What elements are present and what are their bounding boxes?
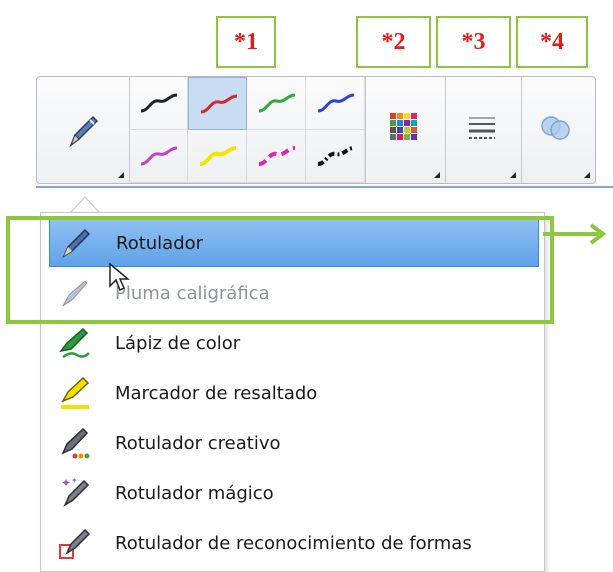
magic-pen-icon: ✦ ✦	[61, 476, 90, 507]
menu-item-marcador-de-resaltado[interactable]: Marcador de resaltado	[49, 369, 539, 417]
line-swatch-yellow	[199, 146, 237, 166]
line-style-black[interactable]	[129, 77, 188, 130]
menu-item-lapiz-de-color[interactable]: Lápiz de color	[49, 319, 539, 367]
line-style-green[interactable]	[247, 77, 306, 130]
fill-effects-button[interactable]	[521, 77, 595, 183]
annotation-arrow-icon	[543, 223, 607, 245]
menu-item-label: Rotulador de reconocimiento de formas	[115, 532, 472, 554]
creative-pen-icon	[61, 427, 90, 459]
line-properties-button[interactable]	[445, 77, 521, 183]
line-style-yellow[interactable]	[188, 130, 247, 183]
line-style-blue[interactable]	[306, 77, 365, 130]
dropdown-corner-icon	[434, 172, 440, 178]
pen-type-button[interactable]	[37, 77, 129, 183]
crayon-icon	[59, 327, 90, 359]
menu-item-label: Rotulador mágico	[115, 482, 274, 504]
line-swatch-blue	[317, 93, 355, 113]
callout-4: *4	[516, 16, 588, 68]
dropdown-corner-icon	[118, 172, 124, 178]
menu-item-rotulador-reconocimiento-formas[interactable]: Rotulador de reconocimiento de formas	[49, 519, 539, 567]
color-palette-button[interactable]	[365, 77, 445, 183]
menu-item-label: Marcador de resaltado	[115, 382, 318, 404]
svg-text:✦: ✦	[71, 476, 78, 485]
line-style-grid	[129, 77, 365, 183]
color-palette-icon	[390, 113, 417, 140]
line-swatch-green	[258, 93, 296, 113]
callout-2: *2	[356, 16, 431, 68]
menu-item-rotulador-creativo[interactable]: Rotulador creativo	[49, 419, 539, 467]
canvas-top-border	[36, 186, 613, 188]
fill-effects-icon	[541, 116, 570, 140]
menu-item-label: Pluma caligráfica	[115, 282, 270, 304]
menu-item-rotulador-magico[interactable]: ✦ ✦ Rotulador mágico	[49, 469, 539, 517]
mouse-cursor-icon	[109, 262, 130, 292]
dropdown-corner-icon	[510, 172, 516, 178]
line-style-dotted-black[interactable]	[306, 130, 365, 183]
line-style-magenta[interactable]	[129, 130, 188, 183]
line-swatch-dotted-black	[317, 146, 355, 166]
line-swatch-magenta	[140, 146, 178, 166]
line-swatch-dashed-magenta	[258, 146, 296, 166]
line-style-red[interactable]	[188, 77, 247, 130]
calligraphy-pen-icon	[62, 280, 88, 307]
callout-1: *1	[216, 16, 276, 68]
line-properties-icon	[469, 117, 495, 139]
highlighter-icon	[61, 376, 90, 409]
callout-3: *3	[436, 16, 511, 68]
line-swatch-black	[140, 93, 178, 113]
marker-pen-icon	[62, 228, 91, 258]
dropdown-corner-icon	[584, 172, 590, 178]
menu-item-label: Rotulador creativo	[115, 432, 281, 454]
menu-item-label: Lápiz de color	[115, 332, 241, 354]
pen-toolbar	[36, 76, 596, 184]
menu-item-label: Rotulador	[116, 232, 204, 254]
svg-text:✦: ✦	[61, 476, 71, 490]
line-style-dashed-magenta[interactable]	[247, 130, 306, 183]
line-swatch-red	[200, 94, 238, 114]
menu-item-rotulador[interactable]: Rotulador	[49, 219, 539, 267]
shape-recognition-pen-icon	[59, 528, 91, 559]
pen-icon	[69, 115, 99, 148]
